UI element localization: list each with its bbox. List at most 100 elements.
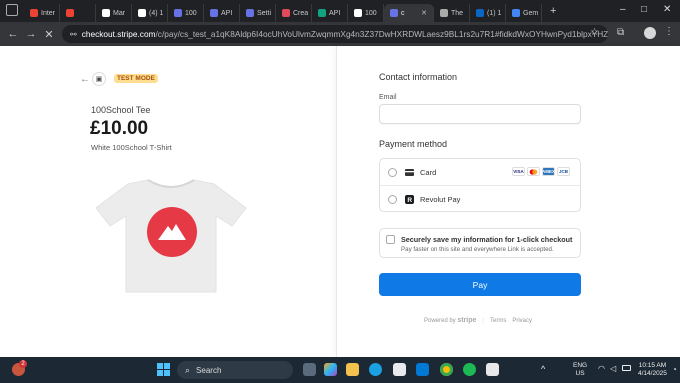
browser-tab[interactable]: Inter [24,4,60,22]
browser-toolbar: ← → ✕ ⚯ checkout.stripe.com/c/pay/cs_tes… [0,22,680,46]
tab-favicon-icon [138,9,146,17]
store-icon[interactable] [393,363,406,376]
card-radio[interactable] [388,167,397,177]
search-icon: ⌕ [185,364,191,375]
powered-by-text: Powered by [424,318,456,324]
address-bar[interactable]: ⚯ checkout.stripe.com/c/pay/cs_test_a1qK… [62,25,608,43]
close-tab-icon[interactable]: ✕ [421,9,427,17]
jcb-icon: JCB [557,167,570,176]
clock-time: 10:15 AM [638,362,667,369]
browser-tab[interactable]: API [204,4,240,22]
tab-favicon-icon [440,9,448,17]
revolut-radio[interactable] [388,195,397,204]
payment-option-card[interactable]: Card VISA AMEX JCB [380,159,580,186]
url-host: checkout.stripe.com [81,29,156,39]
tab-label: Setti [257,9,272,17]
browser-tab[interactable]: 100 [168,4,204,22]
forward-icon[interactable]: → [22,28,40,40]
volume-icon[interactable]: ◁ [610,364,616,373]
tab-strip: Inter Mar (4) 1 100 API Setti Crea API 100 c ✕ The(… [0,0,680,22]
profile-avatar[interactable] [644,27,656,39]
privacy-link[interactable]: Privacy [512,318,532,324]
svg-text:R: R [407,197,412,204]
tab-label: (4) 1 [149,9,164,17]
taskbar-search[interactable]: ⌕ Search [177,361,293,379]
browser-tab[interactable]: 100 [348,4,384,22]
tab-label: 100 [365,9,377,17]
clock-date: 4/14/2025 [638,370,667,377]
tab-label: The [451,9,464,17]
new-tab-button[interactable]: + [550,5,556,17]
tab-favicon-icon [512,9,520,17]
edge-icon[interactable] [369,363,382,376]
notification-badge: 2 [19,360,27,368]
link-save-option[interactable]: Securely save my information for 1-click… [379,228,581,258]
file-explorer-icon[interactable] [346,363,359,376]
notifications-bell-icon[interactable]: ◔ [672,365,677,374]
save-info-checkbox[interactable] [386,235,395,244]
tab-label: c [401,9,405,17]
browser-tab[interactable]: (1) 1 [470,4,506,22]
spotify-icon[interactable] [463,363,476,376]
checkout-form: Contact information Email Payment method… [336,46,680,357]
browser-tab[interactable]: (4) 1 [132,4,168,22]
save-info-title: Securely save my information for 1-click… [401,235,573,244]
browser-tab[interactable]: API [312,4,348,22]
close-window-icon[interactable]: ✕ [663,4,671,15]
browser-tab[interactable]: Gem [506,4,542,22]
vscode-icon[interactable] [416,363,429,376]
extensions-icon[interactable]: ⧉ [617,27,624,38]
tab-favicon-icon [354,9,362,17]
wifi-icon[interactable]: ◠ [598,364,605,373]
tab-label: Gem [523,9,539,17]
stop-loading-icon[interactable]: ✕ [40,28,58,41]
tab-favicon-icon [30,9,38,17]
tab-label: 100 [185,9,197,17]
mastercard-icon [527,167,540,176]
browser-tab[interactable]: The [434,4,470,22]
email-field[interactable] [379,104,581,124]
browser-tab[interactable]: Mar [96,4,132,22]
product-summary: ← ▣ TEST MODE 100School Tee £10.00 White… [0,46,336,357]
tab-search-icon[interactable] [6,4,18,16]
lang-code: ENG [573,362,588,369]
back-arrow-icon[interactable]: ← [80,74,90,85]
browser-tab[interactable]: Setti [240,4,276,22]
revolut-icon: R [405,195,414,204]
bookmark-star-icon[interactable]: ☆ [590,27,599,38]
language-indicator[interactable]: ENG US [573,362,587,378]
windows-start-icon[interactable] [157,363,170,376]
merchant-logo[interactable]: ▣ [92,72,106,86]
tab-favicon-icon [390,9,398,17]
task-view-icon[interactable] [303,363,316,376]
back-icon[interactable]: ← [4,28,22,40]
browser-tab[interactable]: c ✕ [384,4,434,22]
minimize-icon[interactable]: – [620,4,626,15]
site-info-icon[interactable]: ⚯ [70,30,77,39]
browser-tab[interactable]: Crea [276,4,312,22]
tab-label: Inter [41,9,56,17]
product-description: White 100School T-Shirt [91,143,172,152]
card-label: Card [420,167,437,177]
stripe-footer: Powered by stripe | Terms Privacy [424,317,532,324]
card-icon [405,168,414,177]
notepad-icon[interactable] [486,363,499,376]
battery-icon[interactable] [622,365,631,371]
payment-option-revolut[interactable]: R Revolut Pay [380,186,580,213]
pay-button[interactable]: Pay [379,273,581,296]
terms-link[interactable]: Terms [490,318,506,324]
save-info-subtitle: Pay faster on this site and everywhere L… [401,246,554,253]
browser-tab[interactable] [60,4,96,22]
chrome-icon[interactable] [440,363,453,376]
menu-icon[interactable]: ⋮ [664,26,674,37]
tab-favicon-icon [476,9,484,17]
taskbar: 2 ⌕ Search ^ ENG US ◠ ◁ 10:15 AM 4/14/20… [0,357,680,383]
payment-heading: Payment method [379,139,448,149]
copilot-icon[interactable] [324,363,337,376]
maximize-icon[interactable]: □ [641,4,647,15]
clock[interactable]: 10:15 AM 4/14/2025 [638,362,667,378]
contact-heading: Contact information [379,72,458,82]
tab-label: API [329,9,341,17]
tray-chevron-icon[interactable]: ^ [541,364,545,374]
product-price: £10.00 [90,118,149,139]
